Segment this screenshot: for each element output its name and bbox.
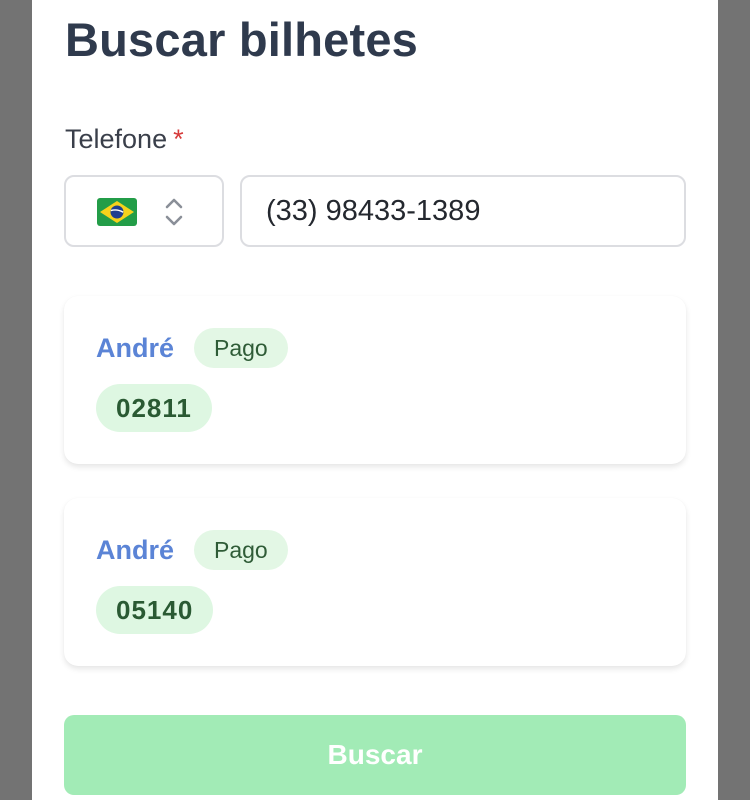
ticket-card: André Pago 02811 bbox=[64, 296, 686, 464]
chevron-up-down-icon bbox=[165, 198, 183, 226]
ticket-status-badge: Pago bbox=[194, 530, 288, 570]
ticket-number-badge: 02811 bbox=[96, 384, 212, 432]
ticket-buyer-name: André bbox=[96, 333, 175, 363]
ticket-number-badge: 05140 bbox=[96, 586, 214, 634]
phone-input[interactable] bbox=[240, 175, 686, 247]
country-code-select[interactable] bbox=[64, 175, 224, 247]
ticket-buyer-name: André bbox=[96, 535, 175, 565]
ticket-card: André Pago 05140 bbox=[64, 498, 686, 666]
phone-label-text: Telefone bbox=[65, 124, 168, 154]
modal-title: Buscar bilhetes bbox=[65, 13, 419, 66]
required-asterisk: * bbox=[173, 124, 184, 154]
brazil-flag-icon bbox=[97, 198, 137, 226]
phone-field-label: Telefone * bbox=[65, 124, 184, 155]
ticket-status-badge: Pago bbox=[194, 328, 288, 368]
search-tickets-modal: Buscar bilhetes Telefone* André Pago 028… bbox=[32, 0, 718, 800]
search-button[interactable]: Buscar bbox=[64, 715, 686, 795]
